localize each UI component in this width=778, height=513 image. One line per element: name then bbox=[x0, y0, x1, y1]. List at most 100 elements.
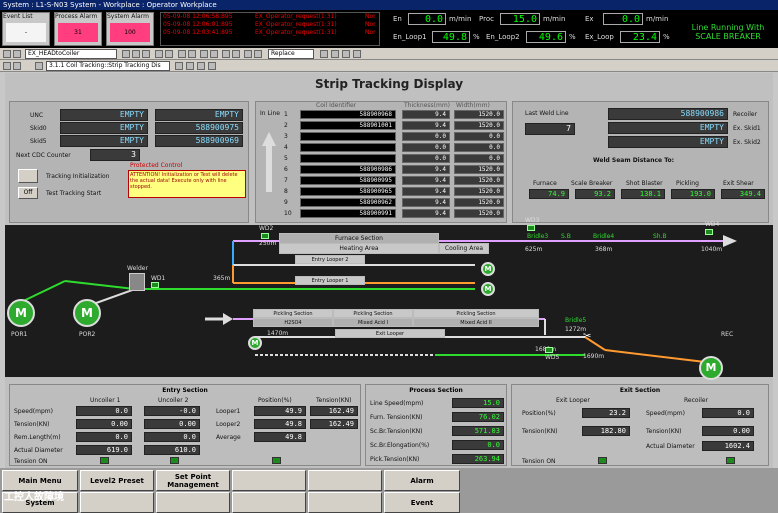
width-cell: 1520.0 bbox=[454, 198, 504, 207]
coil-id-cell bbox=[300, 154, 396, 163]
tool-icon[interactable] bbox=[188, 50, 196, 58]
tool-icon[interactable] bbox=[254, 50, 262, 58]
last-weld-label: Last Weld Line bbox=[525, 110, 569, 117]
width-cell: 0.0 bbox=[454, 154, 504, 163]
tool-icon[interactable] bbox=[197, 62, 205, 70]
footer-blank-button[interactable] bbox=[156, 492, 230, 513]
rec-speed-value: 0.0 bbox=[702, 408, 754, 418]
footer-blank-button[interactable] bbox=[308, 470, 382, 491]
footer-blank-button[interactable] bbox=[80, 492, 154, 513]
tool-icon[interactable] bbox=[222, 50, 230, 58]
level2-preset-button[interactable]: Level2 Preset bbox=[80, 470, 154, 491]
dist-1470m: 1470m bbox=[267, 330, 289, 337]
tool-icon[interactable] bbox=[186, 62, 194, 70]
event-list-box[interactable]: Event List - bbox=[2, 12, 50, 46]
mixed-acid-2-block: Mixed Acid II bbox=[413, 318, 539, 327]
furnace-dist-label: Furnace bbox=[533, 180, 557, 187]
unc-value-a: EMPTY bbox=[60, 109, 148, 121]
tool-icon[interactable] bbox=[122, 50, 130, 58]
tracking-init-button[interactable] bbox=[18, 169, 38, 183]
pick-tension-value: 263.94 bbox=[452, 454, 504, 464]
diameter-label: Actual Diameter bbox=[14, 447, 63, 454]
tool-icon[interactable] bbox=[232, 50, 240, 58]
system-alarm-box[interactable]: System Alarm 100 bbox=[106, 12, 154, 46]
tool-icon[interactable] bbox=[353, 50, 361, 58]
alarm-message-row[interactable]: 05-09-08 12:03:41:895 EX_Operator_request… bbox=[163, 29, 379, 37]
en-speed-value: 0.0 bbox=[408, 13, 446, 25]
thickness-cell: 0.0 bbox=[402, 154, 450, 163]
process-section-title: Process Section bbox=[409, 387, 463, 394]
ex-speed-unit: m/min bbox=[646, 15, 669, 23]
page-title: Strip Tracking Display bbox=[314, 77, 464, 91]
coil-id-cell bbox=[300, 143, 396, 152]
footer-blank-button[interactable] bbox=[232, 492, 306, 513]
tool-icon[interactable] bbox=[165, 50, 173, 58]
wd4-label: WD4 bbox=[705, 221, 720, 228]
alarm-message-row[interactable]: 05-09-08 12:06:01:895 EX_Operator_request… bbox=[163, 21, 379, 29]
display-path-select[interactable]: 3.1.1 Coil Tracking::Strip Tracking Dis bbox=[46, 61, 170, 71]
rec-tension-on-indicator bbox=[726, 457, 735, 464]
message-text: EX_Operator_request(1:31) bbox=[255, 13, 337, 20]
scbr-tension-value: 571.03 bbox=[452, 426, 504, 436]
event-button[interactable]: Event bbox=[384, 492, 460, 513]
dist-1040m: 1040m bbox=[701, 246, 723, 253]
tool-icon[interactable] bbox=[132, 50, 140, 58]
ex-loop-value: 23.4 bbox=[620, 31, 660, 43]
exit-tension-on-indicator bbox=[598, 457, 607, 464]
por1-label: POR1 bbox=[11, 331, 28, 338]
coil-id-cell: 588900962 bbox=[300, 198, 396, 207]
alarm-message-row[interactable]: 05-09-08 12:06:58:895 EX_Operator_request… bbox=[163, 13, 379, 21]
scbr-elongation-value: 0.0 bbox=[452, 440, 504, 450]
view-select[interactable]: EX_HEADtoCoiler bbox=[25, 49, 117, 59]
tool-icon[interactable] bbox=[142, 50, 150, 58]
alarm-message-list[interactable]: 05-09-08 12:06:58:895 EX_Operator_request… bbox=[160, 12, 380, 46]
tool-icon[interactable] bbox=[210, 50, 218, 58]
entry-looper1-motor-icon: M bbox=[481, 282, 495, 296]
exit-looper-block: Exit Looper bbox=[335, 329, 445, 338]
row-number: 4 bbox=[284, 144, 288, 151]
thickness-header: Thickness(mm) bbox=[404, 102, 451, 109]
tool-icon[interactable] bbox=[244, 50, 252, 58]
set-point-button[interactable]: Set Point Management bbox=[156, 470, 230, 491]
skid5-label: Skid5 bbox=[30, 138, 47, 145]
pick-tension-label: Pick.Tension(KN) bbox=[370, 456, 420, 463]
tool-icon[interactable] bbox=[155, 50, 163, 58]
tool-icon[interactable] bbox=[175, 62, 183, 70]
bridle3-label: Bridle3 bbox=[527, 233, 549, 240]
message-time: 05-09-08 12:06:01:895 bbox=[163, 21, 233, 28]
unc-label: UNC bbox=[30, 112, 44, 119]
exit-looper-header: Exit Looper bbox=[556, 397, 590, 404]
tool-icon[interactable] bbox=[208, 62, 216, 70]
weld-panel: Last Weld Line 7 588900986 Recoiler EMPT… bbox=[512, 101, 769, 223]
nav-home-icon[interactable] bbox=[35, 62, 43, 70]
tool-icon[interactable] bbox=[320, 50, 328, 58]
nav-forward-icon[interactable] bbox=[13, 62, 21, 70]
entry-section-title: Entry Section bbox=[162, 387, 208, 394]
footer-blank-button[interactable] bbox=[232, 470, 306, 491]
alarm-button[interactable]: Alarm bbox=[384, 470, 460, 491]
looper1-position: 49.9 bbox=[254, 406, 306, 416]
tool-icon[interactable] bbox=[178, 50, 186, 58]
recoiler-header: Recoiler bbox=[684, 397, 709, 404]
test-tracking-off-button[interactable]: Off bbox=[18, 187, 38, 199]
thickness-cell: 9.4 bbox=[402, 209, 450, 218]
back-icon[interactable] bbox=[3, 50, 11, 58]
bridle5-label: Bridle5 bbox=[565, 317, 587, 324]
forward-icon[interactable] bbox=[13, 50, 21, 58]
pickling-section-1: Pickling Section bbox=[253, 309, 333, 318]
en-loop1-label: En_Loop1 bbox=[393, 33, 427, 41]
tool-icon[interactable] bbox=[200, 50, 208, 58]
replace-select[interactable]: Replace bbox=[268, 49, 314, 59]
tool-icon[interactable] bbox=[342, 50, 350, 58]
entry-looper1-block: Entry Looper 1 bbox=[295, 276, 365, 285]
nav-back-icon[interactable] bbox=[3, 62, 11, 70]
footer-blank-button[interactable] bbox=[308, 492, 382, 513]
tool-icon[interactable] bbox=[331, 50, 339, 58]
wd2-indicator bbox=[261, 233, 269, 239]
process-alarm-box[interactable]: Process Alarm 31 bbox=[54, 12, 102, 46]
width-cell: 1520.0 bbox=[454, 187, 504, 196]
rec-tension-label: Tension(KN) bbox=[646, 428, 682, 435]
row-number: 10 bbox=[284, 210, 292, 217]
rec-speed-label: Speed(mpm) bbox=[646, 410, 685, 417]
dist-625m: 625m bbox=[525, 246, 543, 253]
